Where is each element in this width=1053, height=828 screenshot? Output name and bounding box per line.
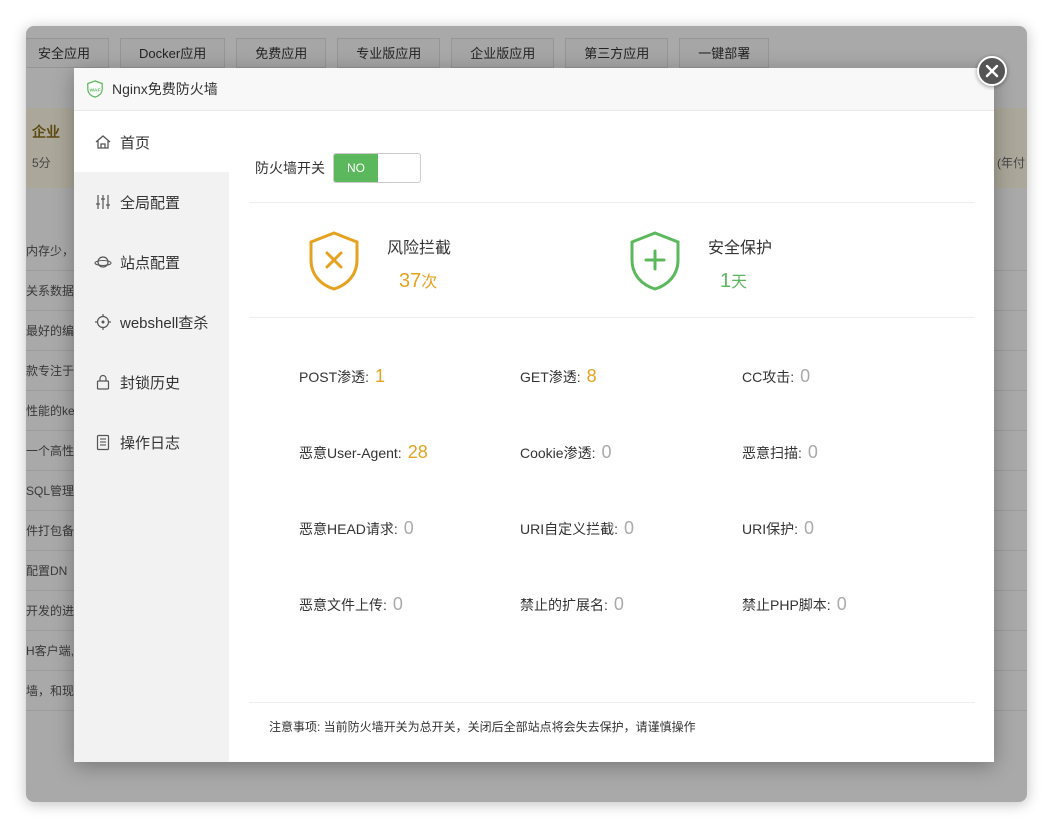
metric-label: 恶意扫描: (742, 445, 802, 461)
sidebar-item-global-config[interactable]: 全局配置 (74, 172, 229, 232)
sidebar-item-home[interactable]: 首页 (74, 112, 229, 172)
modal-title: Nginx免费防火墙 (112, 81, 218, 97)
metric-head: 恶意HEAD请求: 0 (299, 518, 414, 539)
sidebar-item-label: 全局配置 (120, 194, 181, 212)
divider (249, 317, 975, 318)
metric-label: POST渗透: (299, 369, 370, 385)
shield-x-icon (309, 231, 359, 291)
metric-value: 0 (624, 518, 635, 538)
risk-intercept-label: 风险拦截 (387, 240, 452, 257)
planet-icon (94, 253, 112, 271)
metric-cc: CC攻击: 0 (742, 366, 810, 387)
metric-uri-protect: URI保护: 0 (742, 518, 814, 539)
risk-intercept-value: 37 (399, 270, 422, 292)
risk-intercept-card: 风险拦截 37次 (307, 230, 451, 293)
metric-post: POST渗透: 1 (299, 366, 385, 387)
metric-label: 恶意User-Agent: (299, 445, 402, 461)
sidebar-item-block-history[interactable]: 封锁历史 (74, 352, 229, 412)
metric-value: 0 (836, 594, 847, 614)
metric-label: GET渗透: (520, 369, 581, 385)
metric-label: URI保护: (742, 521, 798, 537)
safe-protection-card: 安全保护 1天 (628, 230, 772, 293)
metric-user-agent: 恶意User-Agent: 28 (299, 442, 428, 463)
metric-label: Cookie渗透: (520, 445, 596, 461)
metric-label: 禁止的扩展名: (520, 597, 608, 613)
metric-value: 0 (613, 594, 624, 614)
metric-label: 禁止PHP脚本: (742, 597, 831, 613)
sidebar-item-label: 站点配置 (120, 254, 181, 272)
sliders-icon (94, 193, 112, 211)
divider (249, 202, 975, 203)
sidebar-item-webshell[interactable]: webshell查杀 (74, 292, 229, 352)
metric-label: 恶意文件上传: (299, 597, 387, 613)
sidebar-item-label: 封锁历史 (120, 374, 181, 392)
sidebar-item-label: 操作日志 (120, 434, 181, 452)
divider (249, 702, 975, 703)
risk-intercept-unit: 次 (421, 274, 438, 291)
metric-label: CC攻击: (742, 369, 795, 385)
metric-get: GET渗透: 8 (520, 366, 597, 387)
metric-ext: 禁止的扩展名: 0 (520, 594, 624, 615)
notice-text: 注意事项: 当前防火墙开关为总开关，关闭后全部站点将会失去保护，请谨慎操作 (269, 720, 696, 734)
lock-icon (94, 373, 112, 391)
firewall-toggle[interactable]: NO (333, 153, 421, 183)
shield-plus-icon (630, 231, 680, 291)
safe-protection-unit: 天 (731, 274, 748, 291)
metric-value: 0 (807, 442, 818, 462)
home-icon (94, 133, 112, 151)
log-icon (94, 433, 112, 451)
close-button[interactable] (977, 56, 1007, 86)
metric-value: 1 (375, 366, 386, 386)
metric-value: 28 (407, 442, 428, 462)
metric-php: 禁止PHP脚本: 0 (742, 594, 847, 615)
metric-scan: 恶意扫描: 0 (742, 442, 818, 463)
close-icon (985, 64, 999, 78)
main-content: 防火墙开关 NO 风险拦截 37次 安全保护 1天 POST渗透: 1 GET渗… (229, 112, 994, 762)
metric-value: 0 (392, 594, 403, 614)
metric-value: 0 (403, 518, 414, 538)
firewall-switch-label: 防火墙开关 (255, 160, 325, 176)
metric-upload: 恶意文件上传: 0 (299, 594, 403, 615)
risk-intercept-value-wrap: 37次 (387, 268, 451, 293)
modal-header: WAF Nginx免费防火墙 (74, 68, 994, 111)
svg-text:WAF: WAF (90, 87, 101, 93)
safe-protection-label: 安全保护 (708, 240, 773, 257)
safe-protection-value: 1 (720, 270, 732, 292)
safe-protection-value-wrap: 1天 (708, 268, 772, 293)
sidebar-item-label: webshell查杀 (120, 314, 209, 332)
metric-uri-custom: URI自定义拦截: 0 (520, 518, 634, 539)
nginx-waf-modal: WAF Nginx免费防火墙 首页 全局配置 站点配置 webshell查杀 封… (74, 68, 994, 762)
metric-label: 恶意HEAD请求: (299, 521, 398, 537)
sidebar: 首页 全局配置 站点配置 webshell查杀 封锁历史 操作日志 (74, 112, 229, 762)
metric-cookie: Cookie渗透: 0 (520, 442, 611, 463)
sidebar-item-operation-log[interactable]: 操作日志 (74, 412, 229, 472)
metric-value: 0 (800, 366, 811, 386)
sidebar-item-site-config[interactable]: 站点配置 (74, 232, 229, 292)
firewall-toggle-state: NO (334, 154, 378, 182)
firewall-switch-row: 防火墙开关 NO (255, 153, 421, 183)
metric-value: 0 (804, 518, 815, 538)
metric-value: 8 (586, 366, 597, 386)
metric-label: URI自定义拦截: (520, 521, 618, 537)
target-icon (94, 313, 112, 331)
metric-value: 0 (601, 442, 612, 462)
waf-logo-icon: WAF (87, 80, 103, 98)
sidebar-item-label: 首页 (120, 134, 151, 152)
